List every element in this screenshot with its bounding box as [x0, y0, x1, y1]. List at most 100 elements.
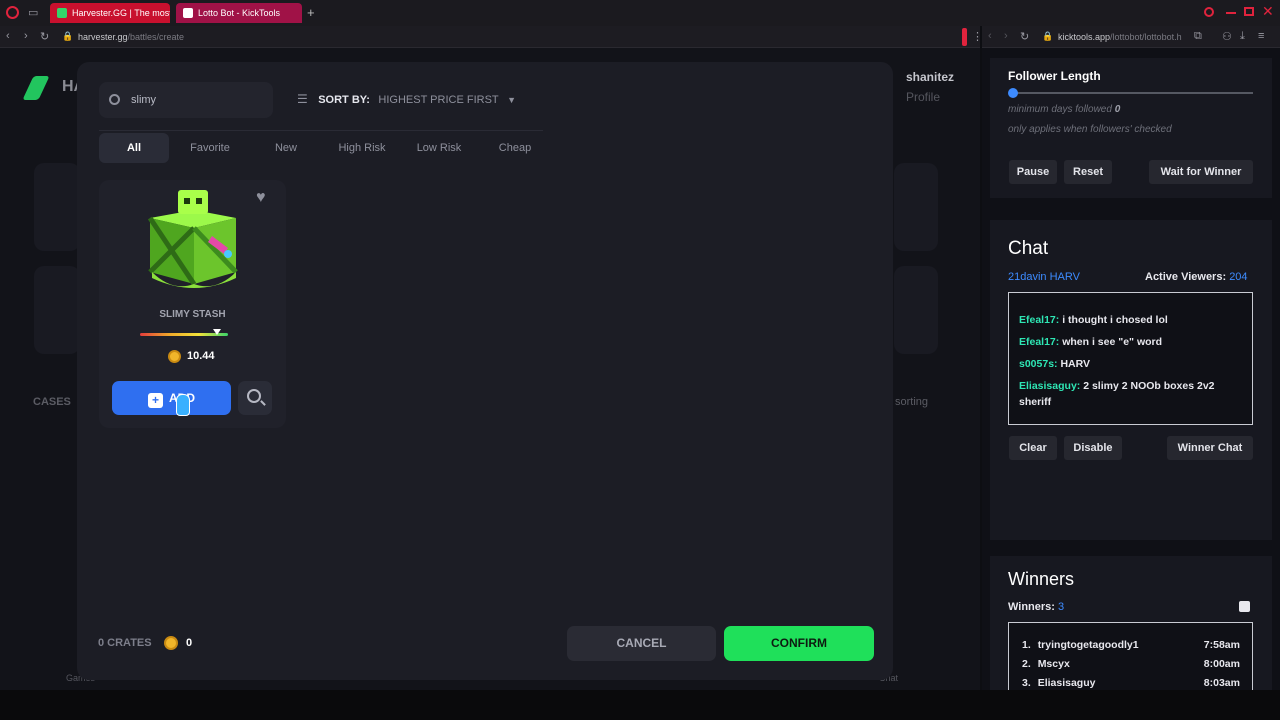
pause-button[interactable]: Pause — [1009, 160, 1057, 184]
kicktools-favicon-icon — [183, 8, 193, 18]
applies-note: only applies when followers' checked — [1008, 124, 1172, 135]
url-path: /battles/create — [127, 32, 185, 42]
harvester-favicon-icon — [57, 8, 67, 18]
tab-new[interactable]: New — [260, 133, 312, 163]
crates-count: 0 CRATES — [98, 637, 152, 649]
slimy-crate-image — [147, 190, 238, 288]
winner-rank: 3. — [1022, 677, 1031, 689]
winner-rank: 2. — [1022, 658, 1031, 670]
winner-name: Mscyx — [1037, 658, 1070, 670]
split-divider[interactable] — [962, 28, 967, 46]
sort-icon: ☰ — [297, 92, 308, 106]
cancel-button[interactable]: CANCEL — [567, 626, 716, 661]
risk-bar — [140, 329, 228, 336]
hand-cursor-icon — [176, 394, 190, 416]
new-tab-button[interactable]: + — [307, 5, 315, 20]
winner-time: 7:58am — [1203, 639, 1240, 651]
magnifier-handle-icon — [260, 400, 266, 406]
menu-icon[interactable]: ≡ — [1258, 30, 1264, 42]
search-input[interactable]: slimy — [131, 94, 156, 106]
lock-icon: 🔒 — [1042, 31, 1054, 41]
tab-manager-icon[interactable]: ▭ — [28, 6, 38, 19]
confirm-button[interactable]: CONFIRM — [724, 626, 874, 661]
winner-name: Eliasisaguy — [1037, 677, 1096, 689]
bg-case-slot — [894, 266, 938, 354]
chat-text: i thought i chosed lol — [1062, 314, 1168, 326]
chat-user: Efeal17: — [1019, 314, 1060, 326]
tab-cheap[interactable]: Cheap — [488, 133, 542, 163]
winner-time: 8:03am — [1203, 677, 1240, 689]
bg-case-slot — [894, 163, 938, 251]
disable-button[interactable]: Disable — [1064, 436, 1122, 460]
winner-row: 2. Mscyx 8:00am — [1022, 658, 1240, 677]
winners-list: 1. tryingtogetagoodly1 7:58am 2. Mscyx 8:0… — [1008, 622, 1253, 690]
winner-chat-button[interactable]: Winner Chat — [1167, 436, 1253, 460]
user-name[interactable]: shanitez — [906, 70, 954, 84]
preview-button[interactable] — [238, 381, 272, 415]
plus-icon: + — [148, 393, 163, 408]
active-viewers-label: Active Viewers: — [1145, 271, 1227, 283]
lock-icon: 🔒 — [62, 31, 74, 41]
chat-user: Efeal17: — [1019, 336, 1060, 348]
winners-count: Winners: 3 — [1008, 601, 1064, 613]
minimize-icon[interactable] — [1226, 12, 1236, 14]
snapshot-icon[interactable]: ⧉ — [1194, 30, 1202, 43]
reset-button[interactable]: Reset — [1064, 160, 1112, 184]
sort-label: SORT BY: — [318, 94, 370, 106]
active-viewers-count: 204 — [1229, 271, 1248, 283]
reload-icon[interactable]: ↻ — [40, 30, 49, 43]
maximize-icon[interactable] — [1244, 7, 1254, 16]
winners-title: Winners — [1008, 569, 1075, 589]
tab-harvester[interactable]: Harvester.GG | The most — [50, 3, 170, 23]
profile-icon[interactable]: ⚇ — [1222, 30, 1232, 43]
tab-high-risk[interactable]: High Risk — [330, 133, 394, 163]
active-viewers: Active Viewers: 204 — [1145, 271, 1248, 283]
tab-favorite[interactable]: Favorite — [178, 133, 242, 163]
min-days-value: 0 — [1114, 104, 1121, 115]
clear-button[interactable]: Clear — [1009, 436, 1057, 460]
tab-all[interactable]: All — [99, 133, 169, 163]
search-icon — [109, 94, 120, 105]
winner-row: 1. tryingtogetagoodly1 7:58am — [1022, 639, 1240, 658]
url-host: kicktools.app — [1058, 32, 1111, 42]
chat-text: HARV — [1060, 358, 1091, 370]
opera-logo-icon[interactable] — [6, 6, 19, 19]
case-price: 10.44 — [187, 350, 215, 362]
search-box[interactable]: slimy — [99, 82, 273, 118]
add-button[interactable]: +ADD — [112, 381, 231, 415]
url-host: harvester.gg — [78, 32, 128, 42]
download-icon[interactable]: ⤓ — [1240, 30, 1245, 43]
follower-length-slider-track[interactable] — [1012, 92, 1253, 94]
winner-rank: 1. — [1022, 639, 1031, 651]
follower-length-title: Follower Length — [1008, 69, 1101, 83]
reload-icon[interactable]: ↻ — [1020, 30, 1029, 43]
filter-divider — [99, 130, 543, 131]
url-field[interactable]: harvester.gg/battles/create — [78, 32, 184, 42]
slider-handle[interactable] — [1008, 88, 1018, 98]
chat-box[interactable]: Efeal17: i thought i chosed lol Efeal17:… — [1008, 292, 1253, 425]
cases-label: CASES — [33, 396, 71, 408]
forward-icon[interactable]: › — [1004, 30, 1008, 42]
chat-message: s0057s: HARV — [1019, 356, 1243, 372]
search-icon[interactable] — [1204, 7, 1214, 17]
winner-time: 8:00am — [1203, 658, 1240, 670]
chat-winner-user: 21davin HARV — [1008, 271, 1080, 283]
close-icon[interactable]: ✕ — [1262, 3, 1274, 20]
tab-low-risk[interactable]: Low Risk — [408, 133, 470, 163]
heart-icon[interactable]: ♥ — [256, 189, 266, 207]
sort-dropdown[interactable]: ☰ SORT BY: HIGHEST PRICE FIRST ▼ — [297, 90, 516, 106]
min-days-text: minimum days followed 0 — [1008, 104, 1120, 115]
chat-message: Efeal17: when i see "e" word — [1019, 334, 1243, 350]
harvester-logo-icon[interactable] — [22, 76, 50, 100]
profile-link[interactable]: Profile — [906, 90, 940, 104]
sorting-label: sorting — [895, 396, 929, 408]
total-value: 0 — [186, 637, 193, 649]
back-icon[interactable]: ‹ — [6, 30, 10, 42]
tab-title: Harvester.GG | The most — [72, 8, 170, 18]
wait-for-winner-button[interactable]: Wait for Winner — [1149, 160, 1253, 184]
tab-kicktools[interactable]: Lotto Bot - KickTools — [176, 3, 302, 23]
copy-icon[interactable] — [1239, 601, 1250, 612]
back-icon[interactable]: ‹ — [988, 30, 992, 42]
forward-icon[interactable]: › — [24, 30, 28, 42]
url-field[interactable]: kicktools.app/lottobot/lottobot.h — [1058, 32, 1190, 42]
